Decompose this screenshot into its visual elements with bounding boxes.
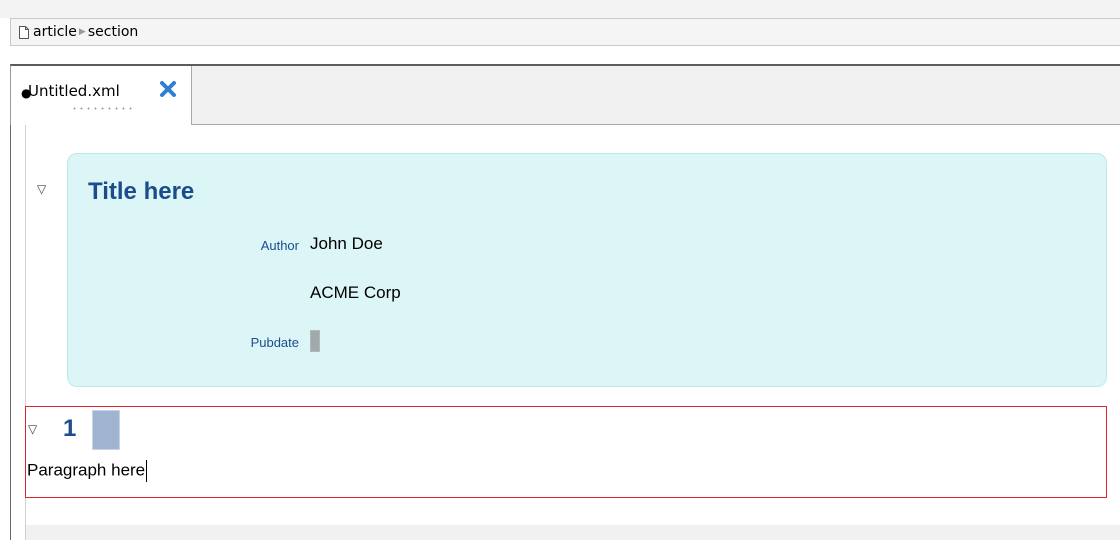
tab-untitled-xml[interactable]: ● Untitled.xml bbox=[11, 66, 192, 125]
tab-bar: ● Untitled.xml bbox=[10, 64, 1120, 125]
breadcrumb-separator-icon: ▶ bbox=[78, 27, 86, 37]
section-number: 1 bbox=[63, 415, 77, 442]
breadcrumb-item-article[interactable]: article bbox=[33, 24, 77, 40]
breadcrumb-item-section[interactable]: section bbox=[88, 24, 138, 40]
document-editor[interactable]: ▽ Title here Author John Doe ACME Corp P… bbox=[10, 125, 1120, 540]
document-icon bbox=[19, 25, 29, 39]
article-title[interactable]: Title here bbox=[88, 178, 194, 206]
editor-bottom-strip bbox=[26, 525, 1120, 540]
tab-label: Untitled.xml bbox=[28, 82, 120, 100]
pubdate-label: Pubdate bbox=[250, 335, 299, 350]
pubdate-placeholder[interactable] bbox=[310, 330, 320, 352]
paragraph[interactable]: Paragraph here bbox=[27, 460, 148, 482]
collapse-info-triangle-icon[interactable]: ▽ bbox=[37, 182, 46, 196]
text-caret bbox=[146, 460, 148, 482]
collapse-section-triangle-icon[interactable]: ▽ bbox=[28, 422, 37, 436]
article-info-block[interactable]: Title here Author John Doe ACME Corp Pub… bbox=[67, 153, 1107, 387]
paragraph-text[interactable]: Paragraph here bbox=[27, 460, 145, 479]
close-icon[interactable] bbox=[159, 80, 177, 98]
author-label: Author bbox=[260, 238, 299, 253]
author-affiliation[interactable]: ACME Corp bbox=[310, 283, 401, 303]
selected-section[interactable]: ▽ 1 Paragraph here bbox=[25, 406, 1107, 498]
breadcrumb: article ▶ section bbox=[10, 18, 1120, 46]
top-strip bbox=[0, 0, 1120, 18]
section-title-placeholder[interactable] bbox=[92, 410, 120, 450]
author-name[interactable]: John Doe bbox=[310, 234, 383, 254]
tab-drag-grip[interactable] bbox=[71, 107, 133, 110]
